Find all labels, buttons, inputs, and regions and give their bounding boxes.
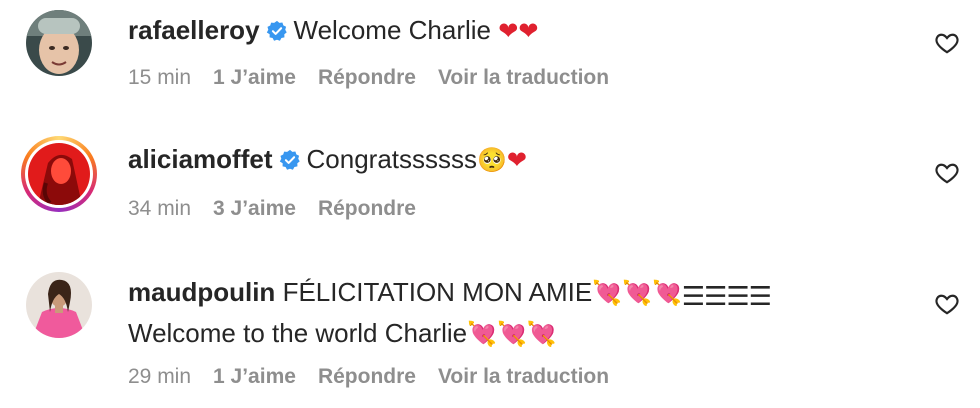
comment-body: rafaelleroy Welcome Charlie ❤❤: [128, 12, 538, 50]
reply-button[interactable]: Répondre: [318, 197, 416, 220]
username[interactable]: maudpoulin: [128, 277, 275, 307]
timestamp: 34 min: [128, 197, 192, 220]
verified-badge-icon: [279, 149, 300, 170]
comment-text-line2: Welcome to the world Charlie: [128, 318, 468, 348]
timestamp: 29 min: [128, 365, 192, 388]
username[interactable]: rafaelleroy: [128, 15, 260, 45]
comment-body: aliciamoffet Congratssssss🥺❤: [128, 141, 527, 179]
translate-button[interactable]: Voir la traduction: [438, 365, 609, 388]
username[interactable]: aliciamoffet: [128, 144, 273, 174]
comment-meta: 29 min 1 J’aime Répondre Voir la traduction: [128, 365, 631, 389]
verified-badge-icon: [266, 20, 287, 41]
comment-meta: 34 min 3 J’aime Répondre: [128, 197, 438, 221]
likes-count[interactable]: 1 J’aime: [213, 66, 296, 89]
comment-emoji-line1: 💘💘💘: [592, 280, 682, 307]
comment-meta: 15 min 1 J’aime Répondre Voir la traduction: [128, 66, 631, 90]
heart-outline-icon[interactable]: [934, 30, 960, 56]
translate-button[interactable]: Voir la traduction: [438, 66, 609, 89]
reply-button[interactable]: Répondre: [318, 365, 416, 388]
avatar[interactable]: [21, 136, 97, 212]
likes-count[interactable]: 1 J’aime: [213, 365, 296, 388]
reply-button[interactable]: Répondre: [318, 66, 416, 89]
comment-text: Congratssssss: [306, 144, 478, 174]
avatar[interactable]: [26, 10, 92, 76]
comment-text: Welcome Charlie: [293, 15, 492, 45]
avatar-image: [26, 10, 92, 76]
comment-emoji: 🥺❤: [477, 147, 527, 174]
avatar-image: [28, 143, 90, 205]
timestamp: 15 min: [128, 66, 192, 89]
avatar-image: [26, 272, 92, 338]
comment-body: maudpoulin FÉLICITATION MON AMIE💘💘💘☰☰☰☰ …: [128, 274, 772, 353]
flag-emoji: ☰☰☰☰: [681, 282, 772, 312]
avatar[interactable]: [26, 272, 92, 338]
heart-outline-icon[interactable]: [934, 291, 960, 317]
comment-text-line1: FÉLICITATION MON AMIE: [282, 277, 593, 307]
heart-outline-icon[interactable]: [934, 160, 960, 186]
comment-emoji: ❤❤: [498, 18, 539, 45]
likes-count[interactable]: 3 J’aime: [213, 197, 296, 220]
comment-emoji-line2: 💘💘💘: [467, 321, 557, 348]
